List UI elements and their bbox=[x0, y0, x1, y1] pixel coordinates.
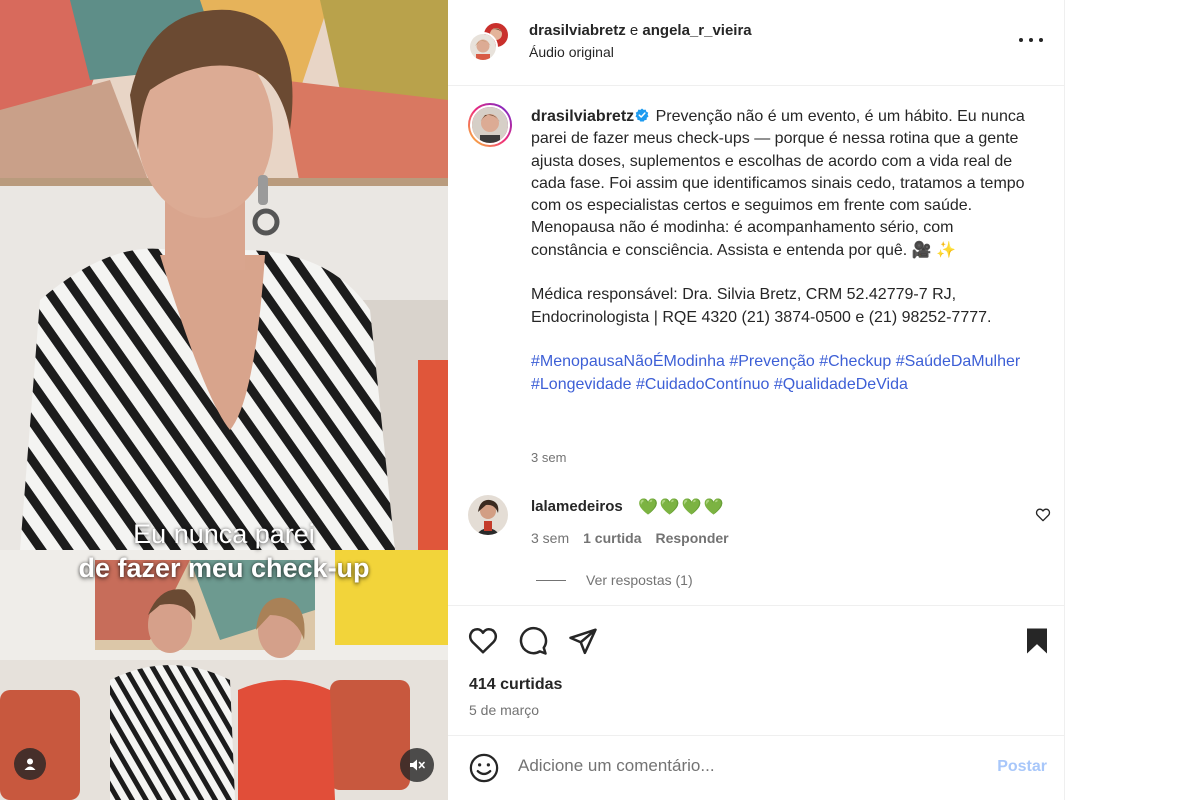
comments-scroll-area[interactable]: drasilviabretz Prevenção não é um evento… bbox=[448, 87, 1065, 605]
avatar[interactable] bbox=[468, 32, 498, 62]
authors-connector: e bbox=[629, 22, 639, 39]
author-username-link[interactable]: drasilviabretz bbox=[529, 22, 626, 39]
comment-meta: 3 sem 1 curtida Responder bbox=[531, 530, 729, 546]
comment-icon[interactable] bbox=[518, 626, 548, 656]
send-icon[interactable] bbox=[568, 626, 598, 656]
view-replies-label: Ver respostas (1) bbox=[586, 572, 693, 588]
verified-badge-icon bbox=[635, 108, 649, 122]
coauthor-username-link[interactable]: angela_r_vieira bbox=[642, 22, 751, 39]
more-options-button[interactable] bbox=[1019, 30, 1043, 50]
caption-text: Prevenção não é um evento, é um hábito. … bbox=[531, 108, 1025, 259]
view-replies-button[interactable]: Ver respostas (1) bbox=[536, 572, 693, 588]
post-authors: drasilviabretz e angela_r_vieira bbox=[529, 21, 752, 41]
mute-toggle-button[interactable] bbox=[400, 748, 434, 782]
more-horizontal-icon bbox=[1019, 38, 1023, 42]
reel-video[interactable]: Eu nunca parei de fazer meu check-up bbox=[0, 0, 448, 800]
caption-username-link[interactable]: drasilviabretz bbox=[531, 108, 634, 125]
caption-avatar[interactable] bbox=[468, 103, 512, 147]
comment-timestamp[interactable]: 3 sem bbox=[531, 530, 569, 546]
original-audio-link[interactable]: Áudio original bbox=[529, 44, 614, 60]
comment-likes[interactable]: 1 curtida bbox=[583, 530, 641, 546]
user-tag-button[interactable] bbox=[14, 748, 46, 780]
caption-hashtags[interactable]: #MenopausaNãoÉModinha #Prevenção #Checku… bbox=[531, 351, 1031, 396]
comment-input[interactable] bbox=[518, 756, 958, 776]
caption-timestamp[interactable]: 3 sem bbox=[531, 450, 566, 465]
post-caption: drasilviabretz Prevenção não é um evento… bbox=[531, 106, 1031, 396]
heart-icon[interactable] bbox=[468, 626, 498, 656]
bookmark-filled-icon[interactable] bbox=[1022, 626, 1052, 656]
replies-divider bbox=[536, 579, 566, 581]
comment-text: 💚💚💚💚 bbox=[638, 499, 726, 516]
video-caption-line-2: de fazer meu check-up bbox=[78, 553, 370, 583]
post-actions: 414 curtidas 5 de março bbox=[448, 605, 1065, 735]
comment-username-link[interactable]: lalamedeiros bbox=[531, 498, 623, 515]
post-date[interactable]: 5 de março bbox=[469, 702, 539, 718]
avatar[interactable] bbox=[468, 495, 508, 535]
page-background bbox=[1065, 0, 1200, 800]
user-tag-icon bbox=[24, 758, 36, 770]
likes-count[interactable]: 414 curtidas bbox=[469, 676, 562, 694]
add-comment-bar: Postar bbox=[448, 735, 1065, 800]
reply-button[interactable]: Responder bbox=[655, 530, 728, 546]
emoji-icon[interactable] bbox=[469, 753, 499, 783]
post-comment-button[interactable]: Postar bbox=[997, 758, 1047, 776]
speaker-muted-icon bbox=[410, 759, 425, 771]
video-frame-illustration bbox=[0, 0, 448, 800]
video-caption-line-1: Eu nunca parei bbox=[133, 519, 315, 549]
post-header: drasilviabretz e angela_r_vieira Áudio o… bbox=[448, 0, 1065, 86]
post-side-panel: drasilviabretz e angela_r_vieira Áudio o… bbox=[448, 0, 1065, 800]
heart-outline-icon[interactable] bbox=[1035, 507, 1051, 523]
caption-responsible-doctor: Médica responsável: Dra. Silvia Bretz, C… bbox=[531, 286, 992, 326]
